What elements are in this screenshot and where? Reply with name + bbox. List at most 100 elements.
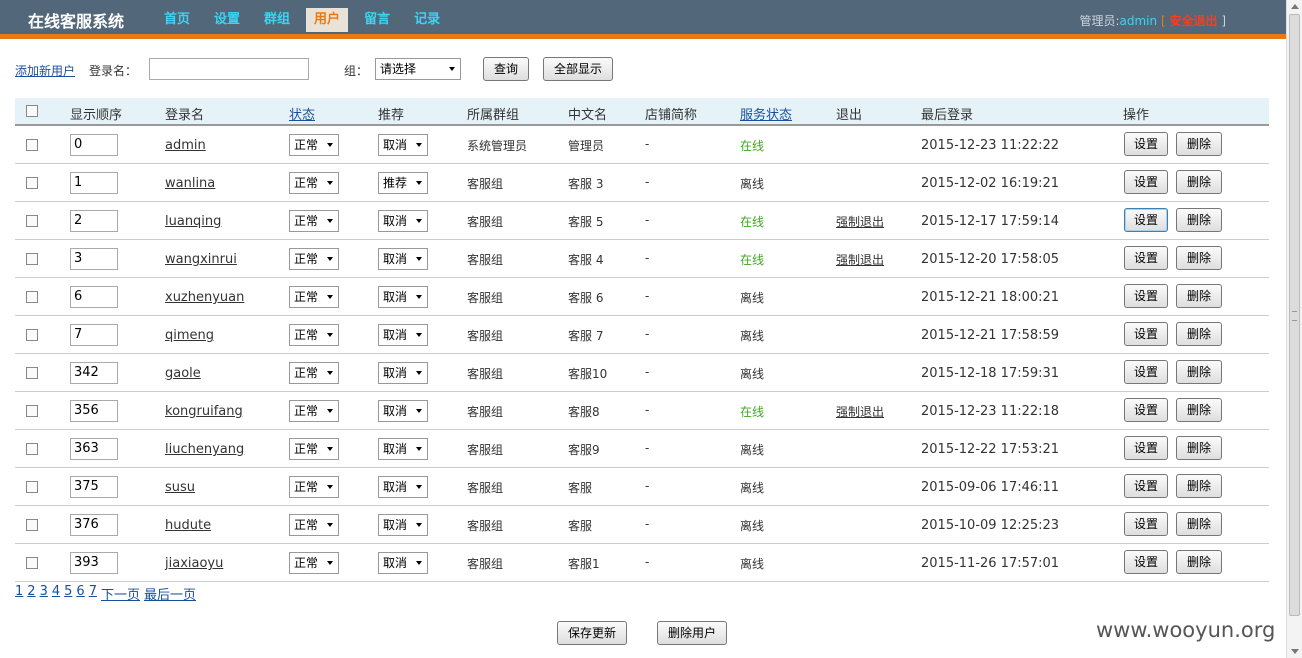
status-select[interactable]: 正常 xyxy=(289,324,339,346)
delete-button[interactable]: 删除 xyxy=(1176,474,1222,498)
row-checkbox[interactable] xyxy=(26,291,38,303)
select-all-checkbox[interactable] xyxy=(26,105,38,117)
status-select[interactable]: 正常 xyxy=(289,134,339,156)
status-select[interactable]: 正常 xyxy=(289,438,339,460)
delete-button[interactable]: 删除 xyxy=(1176,436,1222,460)
recommend-select[interactable]: 取消 xyxy=(378,438,428,460)
row-checkbox[interactable] xyxy=(26,215,38,227)
delete-button[interactable]: 删除 xyxy=(1176,512,1222,536)
page-link-7[interactable]: 7 xyxy=(89,584,97,603)
row-checkbox[interactable] xyxy=(26,481,38,493)
login-name-link[interactable]: qimeng xyxy=(165,328,214,343)
recommend-select[interactable]: 取消 xyxy=(378,210,428,232)
delete-button[interactable]: 删除 xyxy=(1176,360,1222,384)
page-link-3[interactable]: 3 xyxy=(40,584,48,603)
row-checkbox[interactable] xyxy=(26,329,38,341)
row-checkbox[interactable] xyxy=(26,367,38,379)
scroll-thumb[interactable] xyxy=(1289,14,1300,616)
status-select[interactable]: 正常 xyxy=(289,400,339,422)
recommend-select[interactable]: 取消 xyxy=(378,552,428,574)
set-button[interactable]: 设置 xyxy=(1124,474,1168,498)
status-select[interactable]: 正常 xyxy=(289,362,339,384)
last-page-link[interactable]: 最后一页 xyxy=(144,584,196,603)
force-logout-link[interactable]: 强制退出 xyxy=(836,403,884,420)
row-checkbox[interactable] xyxy=(26,253,38,265)
set-button[interactable]: 设置 xyxy=(1124,246,1168,270)
next-page-link[interactable]: 下一页 xyxy=(101,584,140,603)
set-button[interactable]: 设置 xyxy=(1124,284,1168,308)
page-link-1[interactable]: 1 xyxy=(15,584,23,603)
status-select[interactable]: 正常 xyxy=(289,514,339,536)
display-order-input[interactable]: 2 xyxy=(70,210,118,232)
display-order-input[interactable]: 3 xyxy=(70,248,118,270)
row-checkbox[interactable] xyxy=(26,177,38,189)
login-name-input[interactable] xyxy=(149,58,309,80)
login-name-link[interactable]: kongruifang xyxy=(165,404,243,419)
page-link-2[interactable]: 2 xyxy=(27,584,35,603)
display-order-input[interactable]: 375 xyxy=(70,476,118,498)
set-button[interactable]: 设置 xyxy=(1124,170,1168,194)
set-button[interactable]: 设置 xyxy=(1124,436,1168,460)
force-logout-link[interactable]: 强制退出 xyxy=(836,251,884,268)
delete-button[interactable]: 删除 xyxy=(1176,550,1222,574)
recommend-select[interactable]: 取消 xyxy=(378,324,428,346)
set-button[interactable]: 设置 xyxy=(1124,398,1168,422)
recommend-select[interactable]: 取消 xyxy=(378,476,428,498)
page-link-6[interactable]: 6 xyxy=(76,584,84,603)
status-select[interactable]: 正常 xyxy=(289,552,339,574)
row-checkbox[interactable] xyxy=(26,557,38,569)
nav-settings[interactable]: 设置 xyxy=(206,8,248,32)
recommend-select[interactable]: 取消 xyxy=(378,514,428,536)
status-select[interactable]: 正常 xyxy=(289,210,339,232)
set-button[interactable]: 设置 xyxy=(1124,132,1168,156)
recommend-select[interactable]: 取消 xyxy=(378,248,428,270)
status-select[interactable]: 正常 xyxy=(289,248,339,270)
page-link-4[interactable]: 4 xyxy=(52,584,60,603)
delete-button[interactable]: 删除 xyxy=(1176,322,1222,346)
show-all-button[interactable]: 全部显示 xyxy=(543,57,613,81)
add-user-link[interactable]: 添加新用户 xyxy=(15,62,75,79)
recommend-select[interactable]: 取消 xyxy=(378,134,428,156)
save-updates-button[interactable]: 保存更新 xyxy=(557,621,627,645)
delete-button[interactable]: 删除 xyxy=(1176,208,1222,232)
nav-messages[interactable]: 留言 xyxy=(356,8,398,32)
set-button[interactable]: 设置 xyxy=(1124,512,1168,536)
row-checkbox[interactable] xyxy=(26,139,38,151)
recommend-select[interactable]: 推荐 xyxy=(378,172,428,194)
display-order-input[interactable]: 7 xyxy=(70,324,118,346)
nav-users[interactable]: 用户 xyxy=(306,8,349,32)
header-status-sort[interactable]: 状态 xyxy=(289,104,315,123)
set-button[interactable]: 设置 xyxy=(1124,322,1168,346)
login-name-link[interactable]: liuchenyang xyxy=(165,442,244,457)
login-name-link[interactable]: wanlina xyxy=(165,176,215,191)
login-name-link[interactable]: hudute xyxy=(165,518,211,533)
login-name-link[interactable]: gaole xyxy=(165,366,201,381)
recommend-select[interactable]: 取消 xyxy=(378,400,428,422)
status-select[interactable]: 正常 xyxy=(289,172,339,194)
query-button[interactable]: 查询 xyxy=(483,57,529,81)
nav-groups[interactable]: 群组 xyxy=(256,8,298,32)
status-select[interactable]: 正常 xyxy=(289,286,339,308)
login-name-link[interactable]: luanqing xyxy=(165,214,221,229)
display-order-input[interactable]: 0 xyxy=(70,134,118,156)
display-order-input[interactable]: 376 xyxy=(70,514,118,536)
delete-button[interactable]: 删除 xyxy=(1176,246,1222,270)
delete-button[interactable]: 删除 xyxy=(1176,170,1222,194)
scroll-up-arrow-icon[interactable] xyxy=(1291,4,1299,9)
set-button[interactable]: 设置 xyxy=(1124,550,1168,574)
scroll-down-arrow-icon[interactable] xyxy=(1291,649,1299,654)
delete-users-button[interactable]: 删除用户 xyxy=(657,621,727,645)
nav-home[interactable]: 首页 xyxy=(156,8,198,32)
delete-button[interactable]: 删除 xyxy=(1176,284,1222,308)
page-link-5[interactable]: 5 xyxy=(64,584,72,603)
recommend-select[interactable]: 取消 xyxy=(378,362,428,384)
group-select[interactable]: 请选择 xyxy=(375,58,461,80)
row-checkbox[interactable] xyxy=(26,443,38,455)
row-checkbox[interactable] xyxy=(26,405,38,417)
display-order-input[interactable]: 356 xyxy=(70,400,118,422)
login-name-link[interactable]: xuzhenyuan xyxy=(165,290,244,305)
display-order-input[interactable]: 393 xyxy=(70,552,118,574)
set-button[interactable]: 设置 xyxy=(1124,208,1168,232)
delete-button[interactable]: 删除 xyxy=(1176,398,1222,422)
force-logout-link[interactable]: 强制退出 xyxy=(836,213,884,230)
